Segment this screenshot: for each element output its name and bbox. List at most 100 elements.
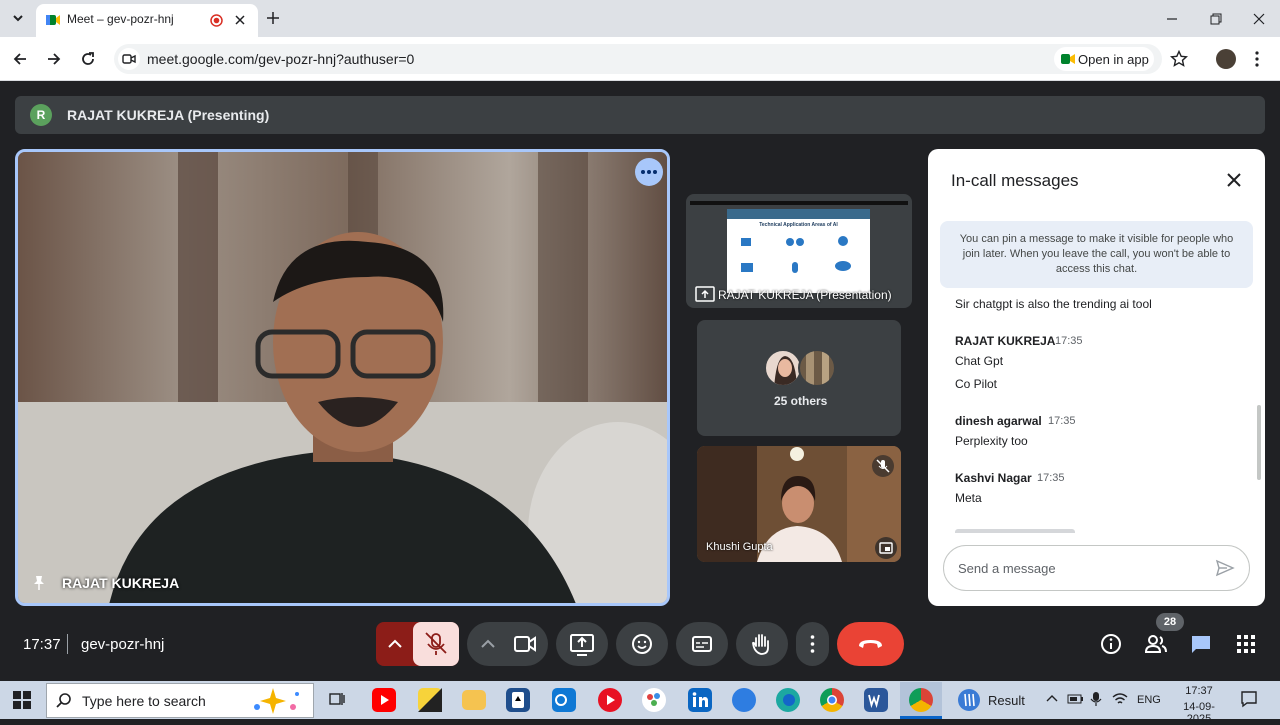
microphone-toggle-button[interactable] [413,622,459,666]
tab-search-button[interactable] [8,8,28,28]
emoji-icon [632,634,652,654]
wifi-icon[interactable] [1112,692,1128,706]
bookmark-star-icon[interactable] [1170,50,1188,68]
present-to-all-icon [570,634,594,656]
chat-timestamp: 17:35 [1037,472,1065,484]
chat-info-text: You can pin a message to make it visible… [959,233,1234,275]
result-app-icon[interactable] [958,689,980,711]
forward-button[interactable] [46,51,62,67]
others-count-label: 25 others [774,394,828,408]
muted-mic-icon [872,455,894,477]
profile-avatar[interactable] [1216,49,1236,69]
paint-icon[interactable] [642,688,666,712]
present-to-all-icon [695,286,715,302]
end-call-icon [859,640,882,648]
screen-share-label: RAJAT KUKREJA (Presentation) [718,288,892,302]
word-icon[interactable] [864,688,888,712]
close-chat-button[interactable] [1225,171,1243,189]
site-info-icon[interactable] [118,48,140,70]
browser-tab[interactable]: Meet – gev-pozr-hnj [36,4,258,37]
outlook-icon[interactable] [552,688,576,712]
chat-sender: RAJAT KUKREJA [955,334,1056,348]
slide-icons [741,236,851,273]
sparkle-icon [249,685,305,715]
chat-message: Chat Gpt [955,354,1004,368]
send-button[interactable] [1215,559,1235,577]
close-icon [1227,173,1241,187]
apps-grid-icon [1237,635,1255,653]
camera-icon [514,636,536,652]
start-button[interactable] [13,691,31,709]
meeting-details-button[interactable] [1100,633,1122,655]
tab-close-icon[interactable] [234,14,246,26]
solitaire-icon[interactable] [506,688,530,712]
microphone-tray-icon[interactable] [1090,691,1102,707]
chrome-active-icon[interactable] [900,682,942,718]
search-icon [56,692,72,708]
result-app-label[interactable]: Result [988,693,1025,708]
chrome-icon[interactable] [820,688,844,712]
main-video-tile[interactable] [15,149,670,606]
present-screen-button[interactable] [556,622,608,666]
people-button[interactable] [1144,633,1168,655]
new-tab-button[interactable] [265,10,281,26]
pip-icon[interactable] [875,537,897,559]
reload-icon [82,52,94,65]
chat-message: Co Pilot [955,377,998,391]
chat-sender: Kashvi Nagar [955,471,1032,485]
presenter-avatar: R [30,104,52,126]
battery-icon[interactable] [1067,693,1085,705]
language-indicator[interactable]: ENG [1137,694,1161,706]
restore-button[interactable] [1209,12,1223,26]
bottom-divider [67,634,68,654]
raise-hand-button[interactable] [736,622,788,666]
chat-title: In-call messages [951,171,1079,190]
back-button[interactable] [12,51,28,67]
meet-favicon-icon [46,13,60,27]
browser-menu-icon[interactable] [1254,50,1260,68]
media-player-icon[interactable] [598,688,622,712]
close-window-button[interactable] [1252,12,1266,26]
taskbar-search-placeholder: Type here to search [82,693,206,709]
tray-chevron-up-icon[interactable] [1045,692,1059,704]
notification-icon[interactable] [1240,690,1258,708]
recording-icon [210,14,223,27]
chat-timestamp: 17:35 [1055,335,1083,347]
task-view-icon[interactable] [328,690,346,708]
windows-logo-icon [13,691,31,709]
chat-input-placeholder: Send a message [958,561,1056,576]
linkedin-icon[interactable] [688,688,712,712]
url-text[interactable]: meet.google.com/gev-pozr-hnj?authuser=0 [147,51,414,67]
more-horizontal-icon [641,170,657,174]
chevron-up-icon [388,639,402,648]
camera-button-group[interactable] [467,622,548,666]
presenting-label: RAJAT KUKREJA (Presenting) [67,107,270,123]
reload-button[interactable] [80,51,96,67]
tray-date[interactable]: 14-09-2025 [1171,701,1227,725]
minimize-button[interactable] [1165,12,1179,26]
speaker-video-frame [18,152,667,603]
mic-off-icon [425,632,447,655]
sticky-notes-icon[interactable] [418,688,442,712]
more-vertical-icon [810,635,815,653]
meet-app-icon [1061,53,1075,65]
tray-time[interactable]: 17:37 [1171,685,1227,697]
activities-button[interactable] [1236,634,1256,654]
captions-button[interactable] [676,622,728,666]
slide-toolbar [690,201,908,205]
reactions-button[interactable] [616,622,668,666]
edge-icon[interactable] [776,688,800,712]
pin-icon [33,575,45,591]
file-explorer-icon[interactable] [462,690,486,710]
chat-scrollbar[interactable] [1257,405,1261,480]
participant-avatar [798,349,836,387]
open-in-app-label: Open in app [1078,52,1149,67]
tab-title: Meet – gev-pozr-hnj [67,12,174,26]
people-icon [1144,635,1167,653]
more-options-button[interactable] [796,622,829,666]
leave-call-button[interactable] [837,622,904,666]
chat-button[interactable] [1190,633,1212,655]
tile-options-button[interactable] [635,158,663,186]
store-icon[interactable] [732,688,756,712]
youtube-icon[interactable] [372,688,396,712]
